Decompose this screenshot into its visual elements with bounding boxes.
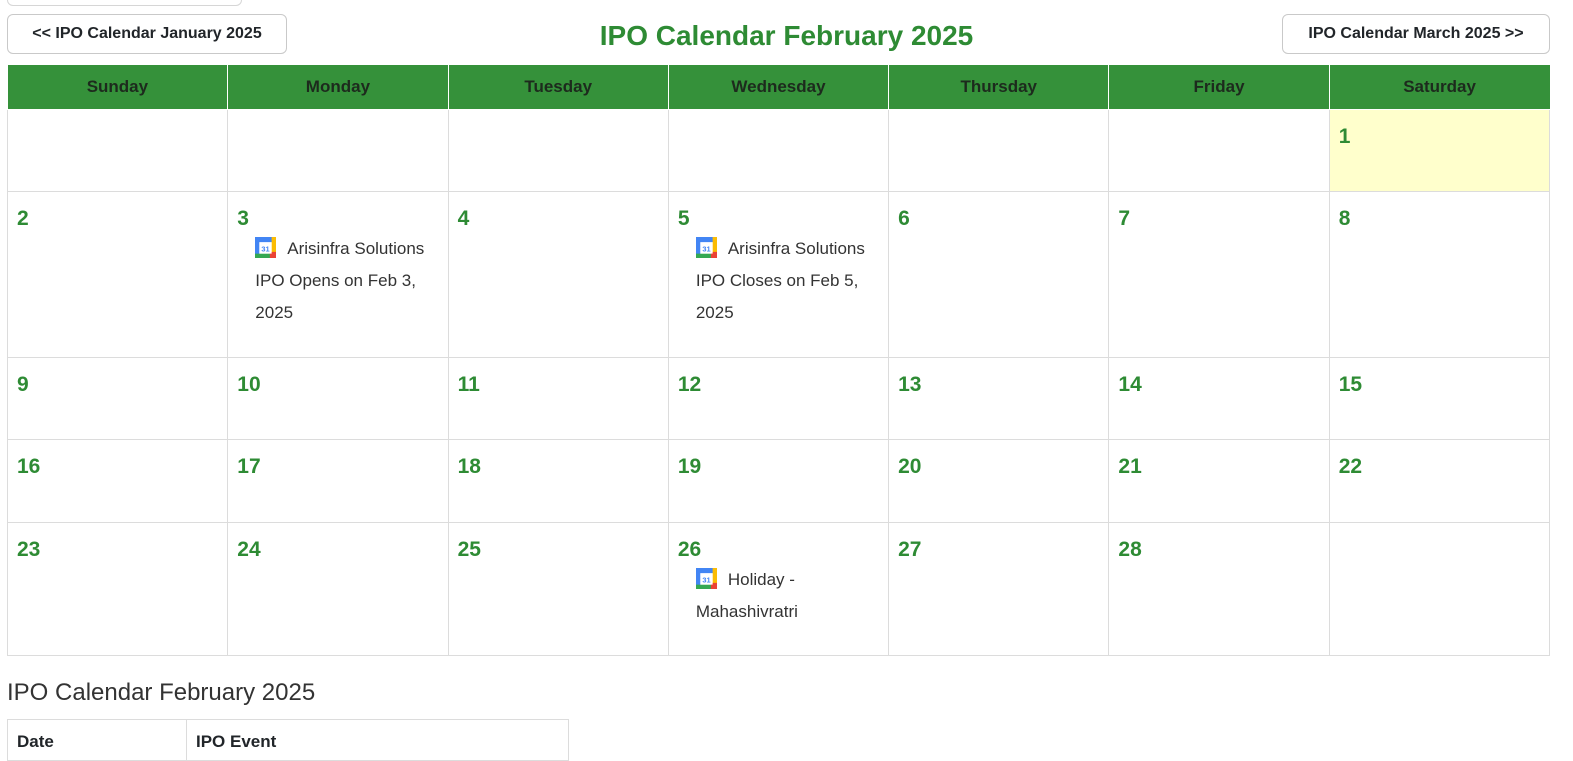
calendar-day-cell: 24 bbox=[227, 522, 449, 656]
calendar-day-cell: 5 31 Arisinfra Solutions IPO Closes on Feb… bbox=[667, 191, 890, 358]
weekday-header: Thursday bbox=[888, 65, 1110, 110]
day-number: 22 bbox=[1338, 455, 1363, 478]
calendar-empty-cell bbox=[1108, 109, 1330, 192]
event-list-title: IPO Calendar February 2025 bbox=[7, 679, 316, 706]
calendar-day-cell: 11 bbox=[447, 357, 669, 440]
calendar-day-cell: 8 bbox=[1328, 191, 1551, 358]
day-number: 7 bbox=[1118, 207, 1131, 230]
weekday-header: Tuesday bbox=[447, 65, 669, 110]
calendar-day-cell: 3 31 Arisinfra Solutions IPO Opens on Feb … bbox=[227, 191, 449, 358]
day-number: 20 bbox=[898, 455, 922, 478]
calendar-day-cell: 25 bbox=[447, 522, 669, 656]
day-number: 24 bbox=[237, 538, 261, 561]
prev-month-button[interactable]: << IPO Calendar January 2025 bbox=[7, 14, 287, 54]
calendar-day-cell: 1 bbox=[1328, 109, 1551, 192]
event-text: Arisinfra Solutions IPO Closes on Feb 5,… bbox=[695, 239, 865, 322]
calendar-event[interactable]: 31 Arisinfra Solutions IPO Opens on Feb 3… bbox=[237, 233, 438, 329]
day-number: 21 bbox=[1118, 455, 1142, 478]
calendar-empty-cell bbox=[6, 109, 229, 192]
calendar-week-row: 23 24 25 26 31 Holiday - Mahashivratri 27 28 bbox=[6, 522, 1551, 656]
svg-text:31: 31 bbox=[702, 244, 710, 253]
event-list-header-row: Date IPO Event bbox=[7, 719, 569, 761]
day-number: 10 bbox=[237, 373, 261, 396]
day-number: 11 bbox=[457, 373, 480, 396]
next-month-button[interactable]: IPO Calendar March 2025 >> bbox=[1282, 14, 1550, 54]
weekday-header: Wednesday bbox=[667, 65, 890, 110]
event-list-table: Date IPO Event bbox=[7, 719, 569, 761]
google-calendar-icon: 31 bbox=[695, 237, 717, 258]
calendar-day-cell: 7 bbox=[1108, 191, 1330, 358]
google-calendar-icon: 31 bbox=[695, 568, 717, 589]
calendar-empty-cell bbox=[447, 109, 669, 192]
day-number: 5 bbox=[677, 207, 690, 230]
day-number: 6 bbox=[898, 207, 910, 230]
day-number: 16 bbox=[17, 455, 41, 478]
day-number: 9 bbox=[17, 373, 29, 396]
column-header-date: Date bbox=[7, 719, 187, 761]
calendar-empty-cell bbox=[667, 109, 890, 192]
calendar-empty-cell bbox=[227, 109, 449, 192]
day-number: 4 bbox=[457, 207, 470, 230]
calendar-day-cell: 6 bbox=[888, 191, 1110, 358]
weekday-header: Saturday bbox=[1328, 65, 1550, 110]
calendar-day-cell: 18 bbox=[447, 439, 669, 523]
calendar-day-cell: 21 bbox=[1108, 439, 1330, 523]
calendar-day-cell: 23 bbox=[6, 522, 229, 656]
day-number: 8 bbox=[1338, 207, 1351, 230]
calendar-empty-cell bbox=[888, 109, 1110, 192]
column-header-event: IPO Event bbox=[186, 719, 569, 761]
calendar-day-cell: 2 bbox=[6, 191, 229, 358]
weekday-header-row: Sunday Monday Tuesday Wednesday Thursday… bbox=[7, 65, 1550, 110]
event-text: Arisinfra Solutions IPO Opens on Feb 3, … bbox=[255, 239, 425, 322]
calendar-week-row: 2 3 31 Arisinfra Solutions IPO Opens on Feb… bbox=[6, 191, 1551, 358]
calendar-day-cell: 20 bbox=[888, 439, 1110, 523]
calendar-day-cell: 22 bbox=[1328, 439, 1551, 523]
day-number: 1 bbox=[1338, 125, 1351, 148]
calendar-day-cell: 10 bbox=[227, 357, 449, 440]
calendar-day-cell: 13 bbox=[888, 357, 1110, 440]
weekday-header: Sunday bbox=[7, 65, 229, 110]
calendar-day-cell: 4 bbox=[447, 191, 669, 358]
calendar-day-cell: 17 bbox=[227, 439, 449, 523]
calendar-day-cell: 19 bbox=[667, 439, 890, 523]
day-number: 18 bbox=[457, 455, 481, 478]
calendar-day-cell: 14 bbox=[1108, 357, 1330, 440]
calendar-week-row: 9 10 11 12 13 14 15 bbox=[6, 357, 1551, 440]
weekday-header: Monday bbox=[227, 65, 449, 110]
day-number: 26 bbox=[677, 538, 702, 561]
day-number: 12 bbox=[677, 373, 702, 396]
day-number: 3 bbox=[237, 207, 249, 230]
svg-text:31: 31 bbox=[262, 244, 270, 253]
calendar-day-cell: 27 bbox=[888, 522, 1110, 656]
day-number: 27 bbox=[898, 538, 922, 561]
page-title: IPO Calendar February 2025 bbox=[599, 20, 974, 51]
calendar-day-cell: 12 bbox=[667, 357, 890, 440]
calendar-empty-cell bbox=[1328, 522, 1551, 656]
calendar-event[interactable]: 31 Arisinfra Solutions IPO Closes on Feb … bbox=[678, 233, 879, 329]
calendar-day-cell: 15 bbox=[1328, 357, 1551, 440]
google-calendar-icon: 31 bbox=[255, 237, 277, 258]
top-partial-control[interactable] bbox=[7, 0, 242, 6]
calendar-day-cell: 28 bbox=[1108, 522, 1330, 656]
calendar-day-cell: 16 bbox=[6, 439, 229, 523]
weekday-header: Friday bbox=[1108, 65, 1330, 110]
calendar-event[interactable]: 31 Holiday - Mahashivratri bbox=[678, 564, 879, 628]
calendar-week-row: 1 bbox=[6, 109, 1551, 192]
day-number: 23 bbox=[17, 538, 41, 561]
calendar-week-row: 16 17 18 19 20 21 22 bbox=[6, 439, 1551, 523]
calendar-day-cell: 9 bbox=[6, 357, 229, 440]
calendar-day-cell: 26 31 Holiday - Mahashivratri bbox=[667, 522, 890, 656]
day-number: 28 bbox=[1118, 538, 1142, 561]
day-number: 13 bbox=[898, 373, 922, 396]
calendar-grid: Sunday Monday Tuesday Wednesday Thursday… bbox=[6, 65, 1551, 656]
day-number: 2 bbox=[17, 207, 29, 230]
day-number: 17 bbox=[237, 455, 261, 478]
day-number: 14 bbox=[1118, 373, 1142, 396]
svg-text:31: 31 bbox=[702, 575, 710, 584]
day-number: 15 bbox=[1338, 373, 1363, 396]
day-number: 25 bbox=[457, 538, 481, 561]
day-number: 19 bbox=[677, 455, 702, 478]
